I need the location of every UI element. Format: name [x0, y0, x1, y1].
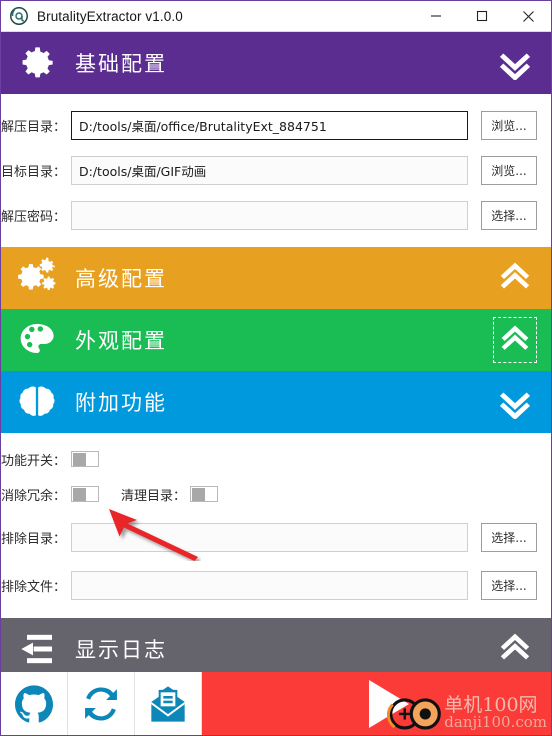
application-window: BrutalityExtractor v1.0.0 基础配置 解压目录： D:/… — [0, 0, 552, 736]
panel-basic: 解压目录： 浏览... 目标目录： 浏览... 解压密码： 选择... — [1, 94, 551, 247]
chevron-double-down-icon[interactable] — [493, 379, 537, 425]
section-title-basic: 基础配置 — [75, 52, 167, 76]
gears-icon — [15, 256, 59, 300]
maximize-icon — [476, 10, 488, 22]
minimize-icon — [431, 15, 441, 17]
form-row-target-dir: 目标目录： 浏览... — [1, 155, 551, 186]
refresh-icon — [85, 686, 117, 721]
input-extract-dir[interactable] — [71, 111, 468, 140]
panel-extra: 功能开关： 消除冗余： 清理目录： 排除目录： 选择... 排除文件： 选择..… — [1, 433, 551, 618]
mail-icon — [151, 685, 185, 722]
chevron-double-up-icon[interactable] — [493, 317, 537, 363]
toggle-feature-switch[interactable] — [71, 451, 99, 467]
label-extract-dir: 解压目录： — [1, 120, 67, 135]
window-title: BrutalityExtractor v1.0.0 — [37, 8, 183, 24]
section-header-extra[interactable]: 附加功能 — [1, 371, 551, 433]
chevron-double-up-icon[interactable] — [493, 626, 537, 672]
label-clean-directory: 清理目录： — [121, 488, 187, 504]
label-target-dir: 目标目录： — [1, 165, 67, 180]
section-title-extra: 附加功能 — [75, 391, 167, 415]
label-exclude-files: 排除文件： — [1, 580, 67, 595]
section-header-advanced[interactable]: 高级配置 — [1, 247, 551, 309]
input-exclude-dirs[interactable] — [71, 523, 468, 552]
section-header-basic[interactable]: 基础配置 — [1, 32, 551, 94]
palette-icon — [15, 318, 59, 362]
close-icon — [522, 10, 534, 22]
indent-left-icon — [15, 627, 59, 671]
mail-button[interactable] — [135, 672, 202, 735]
chevron-double-down-icon[interactable] — [493, 40, 537, 86]
select-button-exclude-files[interactable]: 选择... — [481, 571, 537, 600]
toggle-row-dedupe-and-clean: 消除冗余： 清理目录： — [1, 481, 551, 507]
github-icon — [15, 684, 54, 722]
toggle-knob — [73, 487, 86, 501]
input-password[interactable] — [71, 201, 468, 230]
minimize-button[interactable] — [413, 1, 459, 32]
browse-button-extract-dir[interactable]: 浏览... — [481, 111, 537, 140]
github-button[interactable] — [1, 672, 68, 735]
section-header-log[interactable]: 显示日志 — [1, 618, 551, 680]
window-controls — [413, 1, 551, 32]
browse-button-target-dir[interactable]: 浏览... — [481, 156, 537, 185]
play-icon — [368, 679, 409, 728]
gear-icon — [15, 41, 59, 85]
run-button[interactable] — [202, 672, 551, 735]
input-target-dir[interactable] — [71, 156, 468, 185]
form-row-extract-dir: 解压目录： 浏览... — [1, 110, 551, 141]
form-row-exclude-dirs: 排除目录： 选择... — [1, 522, 551, 553]
select-button-exclude-dirs[interactable]: 选择... — [481, 523, 537, 552]
form-row-exclude-files: 排除文件： 选择... — [1, 570, 551, 601]
brain-icon — [15, 380, 59, 424]
toggle-row-feature-switch: 功能开关： — [1, 446, 551, 472]
section-title-log: 显示日志 — [75, 638, 167, 662]
close-button[interactable] — [505, 1, 551, 32]
toggle-knob — [73, 452, 86, 466]
label-exclude-dirs: 排除目录： — [1, 532, 67, 547]
app-icon — [10, 7, 28, 25]
title-bar: BrutalityExtractor v1.0.0 — [1, 1, 551, 32]
bottom-toolbar — [1, 672, 551, 735]
section-title-appearance: 外观配置 — [75, 329, 167, 353]
refresh-button[interactable] — [68, 672, 135, 735]
label-feature-switch: 功能开关： — [1, 453, 67, 469]
label-remove-redundant: 消除冗余： — [1, 488, 67, 504]
input-exclude-files[interactable] — [71, 571, 468, 600]
chevron-double-up-icon[interactable] — [493, 255, 537, 301]
toggle-knob — [192, 487, 206, 501]
section-header-appearance[interactable]: 外观配置 — [1, 309, 551, 371]
toggle-remove-redundant[interactable] — [71, 486, 99, 502]
section-title-advanced: 高级配置 — [75, 267, 167, 291]
label-password: 解压密码： — [1, 210, 67, 225]
maximize-button[interactable] — [459, 1, 505, 32]
form-row-password: 解压密码： 选择... — [1, 200, 551, 231]
toggle-clean-directory[interactable] — [190, 486, 219, 502]
select-button-password[interactable]: 选择... — [481, 201, 537, 230]
